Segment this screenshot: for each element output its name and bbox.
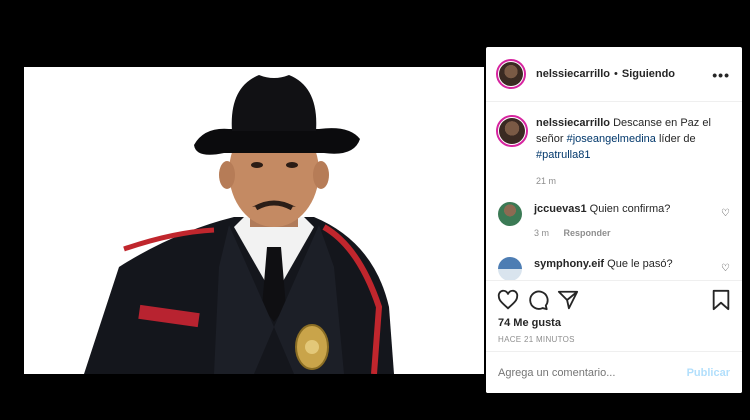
caption-time: 21 m bbox=[536, 176, 557, 186]
commenter-username[interactable]: symphony.eif bbox=[534, 258, 604, 270]
commenter-avatar[interactable] bbox=[498, 257, 522, 281]
caption-body-middle: líder de bbox=[658, 133, 696, 145]
post-comment-button[interactable]: Publicar bbox=[687, 367, 730, 379]
separator-dot: • bbox=[614, 68, 618, 80]
comment-like-icon[interactable]: ♡ bbox=[721, 263, 730, 274]
caption-username[interactable]: nelssiecarrillo bbox=[536, 117, 610, 129]
comment-text: Quien confirma? bbox=[589, 203, 671, 215]
comment-text: Que le pasó? bbox=[607, 258, 673, 270]
author-username[interactable]: nelssiecarrillo bbox=[536, 68, 610, 80]
post-photo[interactable] bbox=[24, 67, 484, 374]
hashtag-link[interactable]: #joseangelmedina bbox=[567, 133, 656, 145]
post-panel: nelssiecarrillo • Siguiendo ••• nelssiec… bbox=[486, 47, 742, 393]
post-time-ago: HACE 21 MINUTOS bbox=[498, 335, 575, 344]
comment-icon[interactable] bbox=[527, 289, 549, 311]
post-caption: nelssiecarrillo Descanse en Paz el señor… bbox=[496, 115, 736, 189]
commenter-avatar[interactable] bbox=[498, 202, 522, 226]
more-icon[interactable]: ••• bbox=[712, 67, 730, 83]
likes-count[interactable]: 74 Me gusta bbox=[498, 317, 561, 329]
post-header: nelssiecarrillo • Siguiendo ••• bbox=[486, 47, 742, 102]
add-comment-input[interactable] bbox=[498, 366, 678, 379]
following-button[interactable]: Siguiendo bbox=[622, 68, 675, 80]
comment-like-icon[interactable]: ♡ bbox=[721, 208, 730, 219]
reply-button[interactable]: Responder bbox=[564, 228, 611, 238]
add-comment-bar: Publicar bbox=[486, 351, 742, 393]
man-in-uniform-image bbox=[24, 67, 484, 374]
comment-time: 3 m bbox=[534, 228, 550, 238]
bookmark-icon[interactable] bbox=[711, 289, 731, 311]
comment-item: jccuevas1 Quien confirma? 3 m Responder … bbox=[498, 202, 738, 240]
commenter-username[interactable]: jccuevas1 bbox=[534, 203, 587, 215]
caption-avatar[interactable] bbox=[496, 115, 528, 147]
heart-icon[interactable] bbox=[497, 289, 519, 311]
hashtag-link[interactable]: #patrulla81 bbox=[536, 149, 590, 161]
share-icon[interactable] bbox=[557, 289, 579, 311]
comment-item: symphony.eif Que le pasó? ♡ bbox=[498, 257, 738, 281]
author-avatar[interactable] bbox=[496, 59, 526, 89]
caption-text: nelssiecarrillo Descanse en Paz el señor… bbox=[536, 115, 732, 189]
